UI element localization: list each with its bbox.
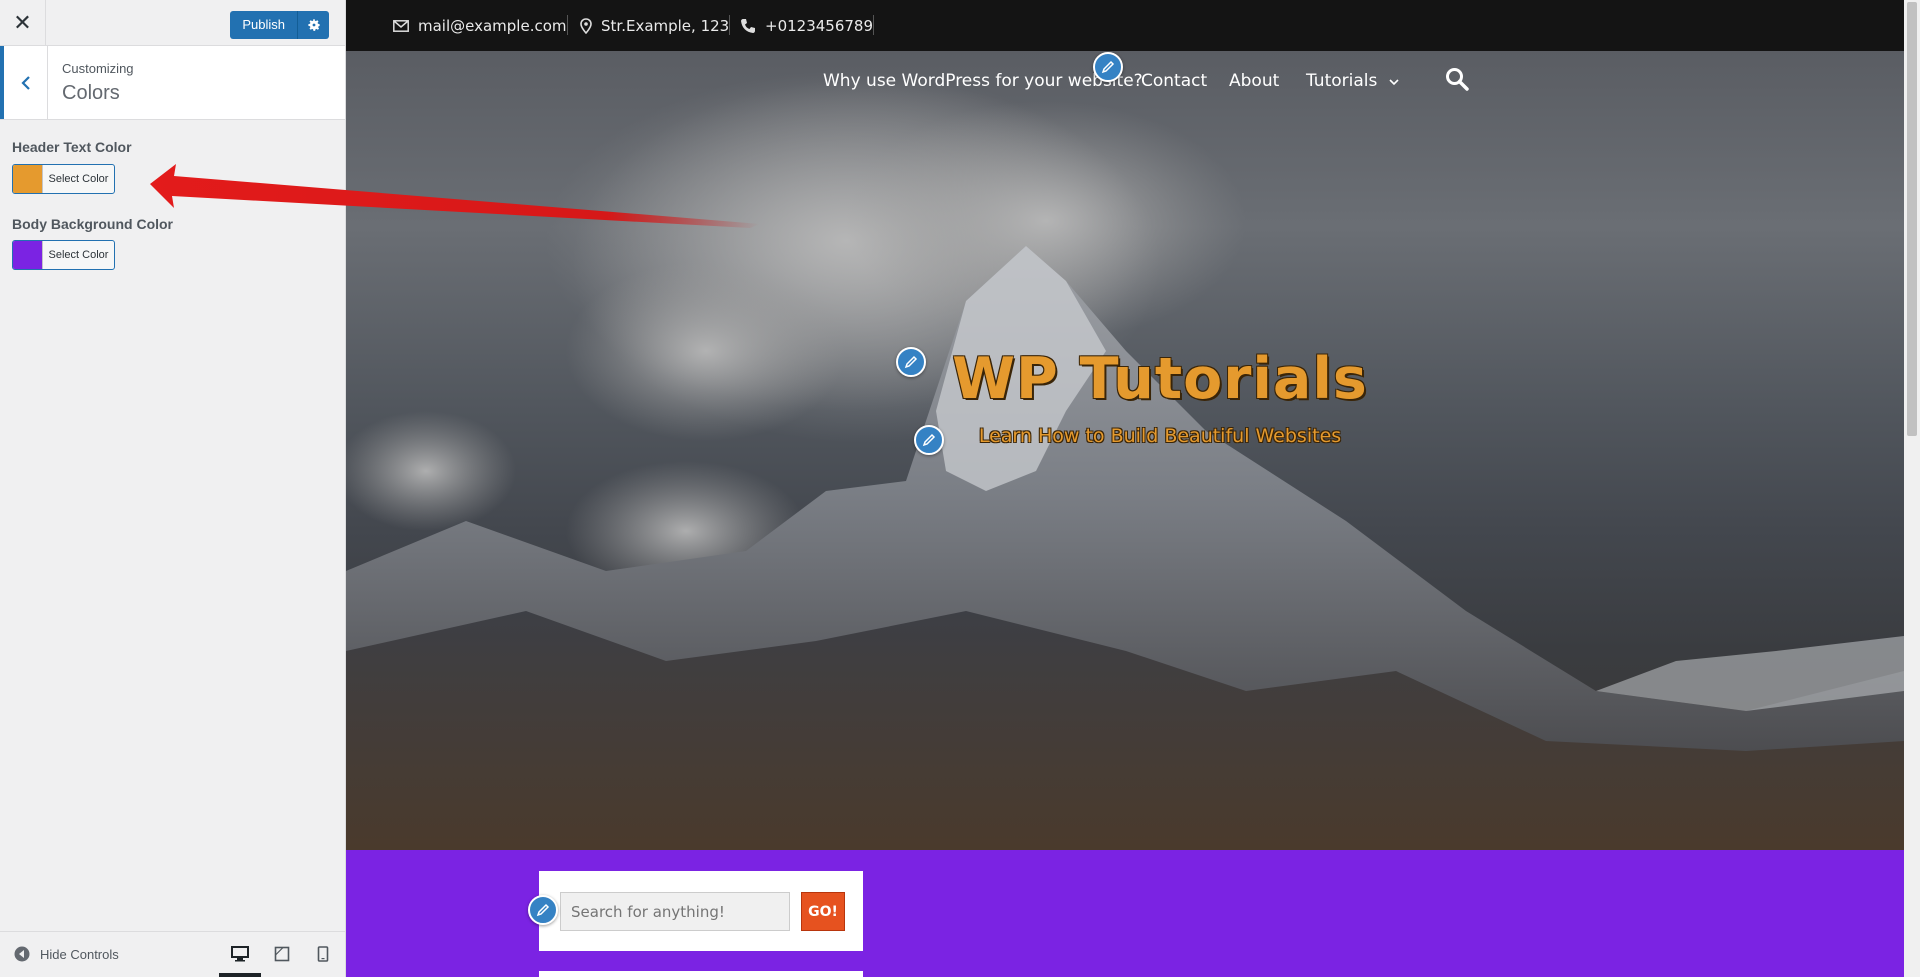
envelope-icon (393, 19, 409, 32)
header-text-color-swatch (13, 165, 43, 193)
section-title-panel: Customizing Colors (0, 46, 345, 120)
hero-header-image (346, 51, 1904, 850)
hide-controls-label: Hide Controls (40, 946, 119, 962)
body-background-color-label: Body Background Color (12, 216, 174, 232)
publish-button[interactable]: Publish (230, 11, 297, 39)
edit-title-pencil-icon[interactable] (896, 347, 926, 377)
tablet-icon (274, 946, 290, 962)
phone-icon (741, 18, 755, 33)
edit-widget-pencil-icon[interactable] (528, 895, 558, 925)
preview-mobile-button[interactable] (313, 944, 333, 964)
nav-item-tutorials-label: Tutorials (1306, 71, 1378, 91)
topbar-divider (873, 15, 874, 35)
customizer-footer: Hide Controls (0, 931, 345, 977)
search-go-button[interactable]: GO! (801, 892, 845, 931)
body-content-area: GO! (346, 850, 1904, 977)
site-tagline[interactable]: Learn How to Build Beautiful Websites (930, 425, 1390, 447)
header-text-color-label: Header Text Color (12, 139, 132, 155)
search-icon[interactable] (1445, 67, 1469, 96)
section-name: Colors (62, 82, 120, 104)
customizing-label: Customizing (62, 61, 134, 76)
preview-scrollbar[interactable] (1904, 0, 1920, 977)
topbar-phone[interactable]: +0123456789 (740, 0, 873, 51)
close-icon: ✕ (13, 10, 32, 35)
close-customizer-button[interactable]: ✕ (0, 0, 46, 46)
site-preview: mail@example.com Str.Example, 123 +01234… (346, 0, 1904, 977)
preview-desktop-button[interactable] (230, 944, 250, 964)
nav-item-contact[interactable]: Contact (1141, 71, 1207, 91)
publish-group: Publish (230, 11, 329, 39)
active-device-indicator (219, 973, 261, 977)
customizer-header: ✕ Publish (0, 0, 345, 46)
body-background-color-button[interactable]: Select Color (12, 240, 115, 270)
contact-topbar: mail@example.com Str.Example, 123 +01234… (346, 0, 1904, 51)
select-color-label: Select Color (48, 173, 109, 185)
phone-text: +0123456789 (765, 16, 874, 35)
scrollbar-thumb[interactable] (1907, 2, 1917, 436)
topbar-email[interactable]: mail@example.com (393, 0, 567, 51)
search-input[interactable] (560, 892, 790, 931)
nav-item-tutorials[interactable]: Tutorials (1306, 71, 1399, 91)
next-widget (539, 971, 863, 977)
edit-menu-pencil-icon[interactable] (1093, 52, 1123, 82)
customizer-sidebar: ✕ Publish Customizing Colors Header Text… (0, 0, 346, 977)
body-background-color-swatch (13, 241, 43, 269)
preview-tablet-button[interactable] (272, 944, 292, 964)
back-button[interactable] (0, 46, 48, 119)
edit-tagline-pencil-icon[interactable] (914, 425, 944, 455)
main-navigation: Why use WordPress for your website? Cont… (346, 51, 1904, 111)
search-widget: GO! (539, 871, 863, 951)
topbar-divider (729, 15, 730, 35)
publish-settings-button[interactable] (297, 11, 329, 39)
gear-icon (307, 19, 320, 31)
select-color-label: Select Color (48, 249, 109, 261)
mobile-icon (317, 946, 329, 962)
desktop-icon (231, 946, 249, 962)
collapse-icon (14, 946, 30, 962)
hide-controls-button[interactable]: Hide Controls (14, 946, 119, 962)
map-pin-icon (580, 17, 592, 34)
email-text: mail@example.com (418, 16, 567, 35)
chevron-left-icon (20, 75, 30, 90)
nav-item-about[interactable]: About (1229, 71, 1279, 91)
topbar-divider (567, 15, 568, 35)
chevron-down-icon (1389, 79, 1399, 86)
site-title[interactable]: WP Tutorials (930, 346, 1390, 412)
mountain-image (346, 71, 1904, 850)
address-text: Str.Example, 123 (601, 16, 730, 35)
topbar-address: Str.Example, 123 (580, 0, 729, 51)
header-text-color-button[interactable]: Select Color (12, 164, 115, 194)
